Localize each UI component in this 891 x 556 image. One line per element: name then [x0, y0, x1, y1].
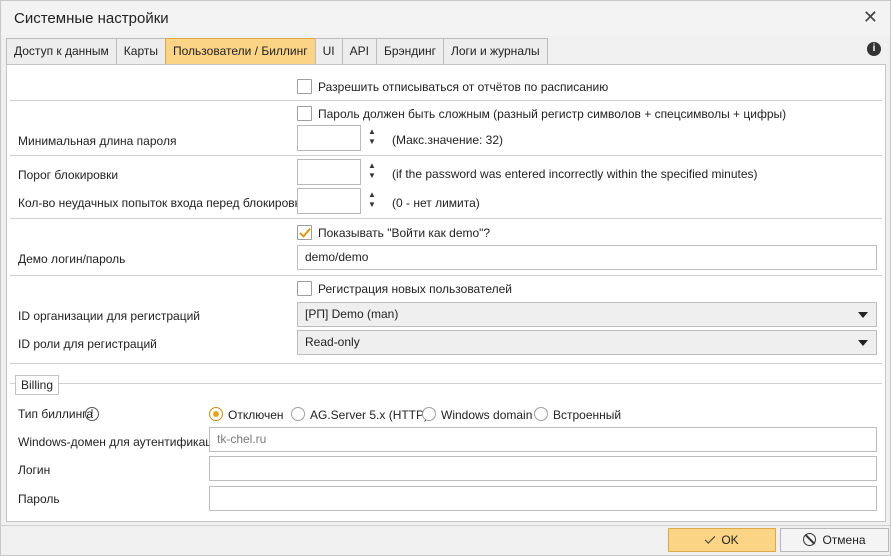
failed-attempts-input[interactable] [297, 188, 361, 214]
dialog-footer: OK Отмена [1, 525, 890, 555]
chevron-down-icon [858, 340, 868, 346]
checkmark-icon [705, 533, 716, 544]
role-id-label: ID роли для регистраций [18, 337, 157, 351]
show-demo-checkbox[interactable] [297, 225, 312, 240]
billing-disabled-label: Отключен [228, 408, 284, 422]
failed-attempts-label: Кол-во неудачных попыток входа перед бло… [18, 196, 314, 210]
demo-credentials-input[interactable]: demo/demo [297, 245, 877, 270]
login-input[interactable] [209, 456, 877, 481]
billing-windows-label: Windows domain [441, 408, 533, 422]
billing-rule [10, 383, 882, 384]
help-icon[interactable]: ! [85, 407, 99, 421]
org-id-label: ID организации для регистраций [18, 309, 200, 323]
billing-legend: Billing [15, 375, 60, 395]
password-label: Пароль [18, 492, 60, 506]
stepper-arrows-icon[interactable]: ▲ ▼ [363, 127, 381, 149]
settings-panel: Разрешить отписываться от отчётов по рас… [6, 64, 886, 522]
complex-password-label: Пароль должен быть сложным (разный регис… [318, 107, 787, 121]
registration-checkbox[interactable] [297, 281, 312, 296]
windows-domain-input[interactable]: tk-chel.ru [209, 427, 877, 452]
complex-password-checkbox[interactable] [297, 106, 312, 121]
min-length-stepper[interactable]: ▲ ▼ [297, 125, 383, 151]
cancel-label: Отмена [822, 533, 866, 547]
divider [10, 100, 882, 101]
billing-agserver-radio[interactable] [291, 407, 305, 421]
tab-bar: Доступ к данным Карты Пользователи / Бил… [6, 38, 548, 64]
divider [10, 363, 882, 364]
lock-threshold-input[interactable] [297, 159, 361, 185]
min-length-label: Минимальная длина пароля [18, 134, 177, 148]
billing-agserver-label: AG.Server 5.x (HTTP) [310, 408, 429, 422]
tab-data-access[interactable]: Доступ к данным [6, 38, 117, 64]
lock-threshold-stepper[interactable]: ▲ ▼ [297, 159, 383, 185]
cancel-button[interactable]: Отмена [780, 528, 889, 552]
windows-domain-label: Windows-домен для аутентификаци [18, 435, 219, 449]
tab-api[interactable]: API [341, 38, 377, 64]
close-icon[interactable]: ✕ [863, 8, 878, 26]
unsubscribe-label: Разрешить отписываться от отчётов по рас… [318, 80, 609, 94]
ban-icon [803, 533, 817, 546]
divider [10, 155, 882, 156]
chevron-down-icon [858, 312, 868, 318]
org-id-select[interactable]: [РП] Demo (man) [297, 302, 877, 327]
billing-builtin-label: Встроенный [553, 408, 622, 422]
ok-button[interactable]: OK [668, 528, 776, 552]
min-length-hint: (Макс.значение: 32) [392, 133, 503, 147]
settings-dialog: Системные настройки ✕ Доступ к данным Ка… [0, 0, 891, 556]
billing-builtin-radio[interactable] [534, 407, 548, 421]
dialog-title: Системные настройки [14, 10, 169, 27]
info-icon[interactable]: i [867, 42, 881, 56]
divider [10, 218, 882, 219]
lock-threshold-label: Порог блокировки [18, 168, 119, 182]
role-id-select[interactable]: Read-only [297, 330, 877, 355]
demo-credentials-label: Демо логин/пароль [18, 252, 126, 266]
stepper-arrows-icon[interactable]: ▲ ▼ [363, 161, 381, 183]
show-demo-label: Показывать "Войти как demo"? [318, 226, 491, 240]
titlebar: Системные настройки ✕ [1, 1, 890, 35]
registration-label: Регистрация новых пользователей [318, 282, 512, 296]
unsubscribe-checkbox[interactable] [297, 79, 312, 94]
tab-maps[interactable]: Карты [115, 38, 166, 64]
org-id-value: [РП] Demo (man) [305, 307, 399, 321]
role-id-value: Read-only [305, 335, 360, 349]
billing-disabled-radio[interactable] [209, 407, 223, 421]
failed-attempts-stepper[interactable]: ▲ ▼ [297, 188, 383, 214]
login-label: Логин [18, 463, 51, 477]
password-input[interactable] [209, 486, 877, 511]
tab-branding[interactable]: Брэндинг [375, 38, 444, 64]
stepper-arrows-icon[interactable]: ▲ ▼ [363, 190, 381, 212]
lock-threshold-hint: (if the password was entered incorrectly… [392, 167, 758, 181]
billing-type-label: Тип биллинга [18, 407, 94, 421]
min-length-input[interactable] [297, 125, 361, 151]
tab-ui[interactable]: UI [314, 38, 343, 64]
tab-logs[interactable]: Логи и журналы [442, 38, 548, 64]
tab-users-billing[interactable]: Пользователи / Биллинг [165, 38, 316, 64]
billing-windows-radio[interactable] [422, 407, 436, 421]
failed-attempts-hint: (0 - нет лимита) [392, 196, 480, 210]
divider [10, 275, 882, 276]
ok-label: OK [721, 533, 739, 547]
